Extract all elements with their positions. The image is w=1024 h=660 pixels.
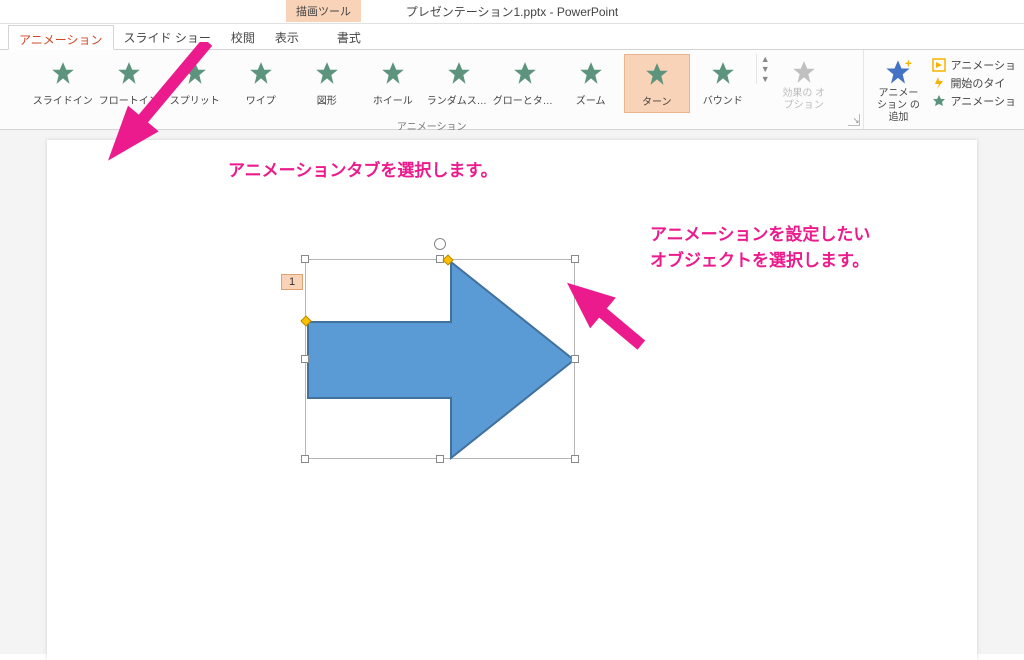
star-icon xyxy=(576,58,606,88)
animation-painter-button[interactable]: アニメーショ xyxy=(928,92,1020,110)
rotate-handle[interactable] xyxy=(434,238,446,250)
contextual-tab-label: 描画ツール xyxy=(286,0,361,22)
add-animation-button[interactable]: + アニメーション の追加 xyxy=(868,54,928,128)
anim-label: ターン xyxy=(642,93,672,108)
callout-object-note: アニメーションを設定したい オブジェクトを選択します。 xyxy=(650,222,870,273)
svg-text:+: + xyxy=(905,58,912,70)
slide[interactable]: 1 xyxy=(47,140,977,660)
animation-order-tag[interactable]: 1 xyxy=(281,274,303,290)
painter-label: アニメーショ xyxy=(950,93,1016,109)
anim-wheel[interactable]: ホイール xyxy=(360,54,426,111)
resize-handle[interactable] xyxy=(301,255,309,263)
anim-shape[interactable]: 図形 xyxy=(294,54,360,111)
resize-handle[interactable] xyxy=(301,355,309,363)
star-icon xyxy=(708,58,738,88)
star-icon xyxy=(790,58,818,86)
star-icon xyxy=(642,59,672,89)
painter-icon xyxy=(932,94,946,108)
pane-label: アニメーショ xyxy=(950,57,1016,73)
trigger-icon xyxy=(932,76,946,90)
star-icon xyxy=(378,58,408,88)
anim-label: ホイール xyxy=(373,92,413,107)
tab-format[interactable]: 書式 xyxy=(327,24,371,49)
arrow-shape[interactable] xyxy=(306,260,576,460)
anim-grow-turn[interactable]: グローとターン xyxy=(492,54,558,111)
gallery-down-icon[interactable]: ▼ xyxy=(757,64,774,74)
anim-label: ランダムスト… xyxy=(427,92,491,107)
anim-label: ズーム xyxy=(576,92,606,107)
resize-handle[interactable] xyxy=(301,455,309,463)
gallery-more-icon[interactable]: ▼ xyxy=(757,74,774,84)
callout-arrow-icon xyxy=(548,258,658,371)
resize-handle[interactable] xyxy=(436,455,444,463)
callout-line: アニメーションを設定したい xyxy=(650,222,870,248)
star-icon xyxy=(510,58,540,88)
selected-shape-bounding-box[interactable] xyxy=(305,259,575,459)
pane-icon xyxy=(932,58,946,72)
document-title: プレゼンテーション1.pptx - PowerPoint xyxy=(406,3,618,20)
effect-options-button[interactable]: 効果の オプション xyxy=(774,54,834,116)
anim-bounce[interactable]: バウンド xyxy=(690,54,756,111)
slide-canvas: 1 xyxy=(0,130,1024,654)
anim-label: 図形 xyxy=(317,92,337,107)
gallery-scroll: ▲ ▼ ▼ xyxy=(756,54,774,84)
star-icon xyxy=(312,58,342,88)
trigger-button[interactable]: 開始のタイ xyxy=(928,74,1020,92)
gallery-up-icon[interactable]: ▲ xyxy=(757,54,774,64)
callout-arrow-icon xyxy=(68,42,238,175)
anim-turn[interactable]: ターン xyxy=(624,54,690,113)
anim-zoom[interactable]: ズーム xyxy=(558,54,624,111)
ribbon-group-advanced: + アニメーション の追加 アニメーショ 開始のタイ アニメーショ アニメーショ… xyxy=(864,50,1024,129)
resize-handle[interactable] xyxy=(571,455,579,463)
anim-label: ワイプ xyxy=(246,92,276,107)
anim-label: グローとターン xyxy=(493,92,557,107)
star-icon xyxy=(444,58,474,88)
anim-label: バウンド xyxy=(703,92,743,107)
add-star-icon: + xyxy=(884,58,912,86)
animation-pane-button[interactable]: アニメーショ xyxy=(928,56,1020,74)
callout-line: オブジェクトを選択します。 xyxy=(650,248,870,274)
dialog-launcher-icon[interactable]: ↘ xyxy=(848,114,860,126)
trigger-label: 開始のタイ xyxy=(950,75,1005,91)
add-animation-label: アニメーション の追加 xyxy=(874,88,922,124)
anim-random-bars[interactable]: ランダムスト… xyxy=(426,54,492,111)
tab-view[interactable]: 表示 xyxy=(265,24,309,49)
star-icon xyxy=(246,58,276,88)
callout-tab-note: アニメーションタブを選択します。 xyxy=(228,158,498,184)
effect-options-label: 効果の オプション xyxy=(780,88,828,112)
title-bar: 描画ツール プレゼンテーション1.pptx - PowerPoint xyxy=(0,0,1024,24)
